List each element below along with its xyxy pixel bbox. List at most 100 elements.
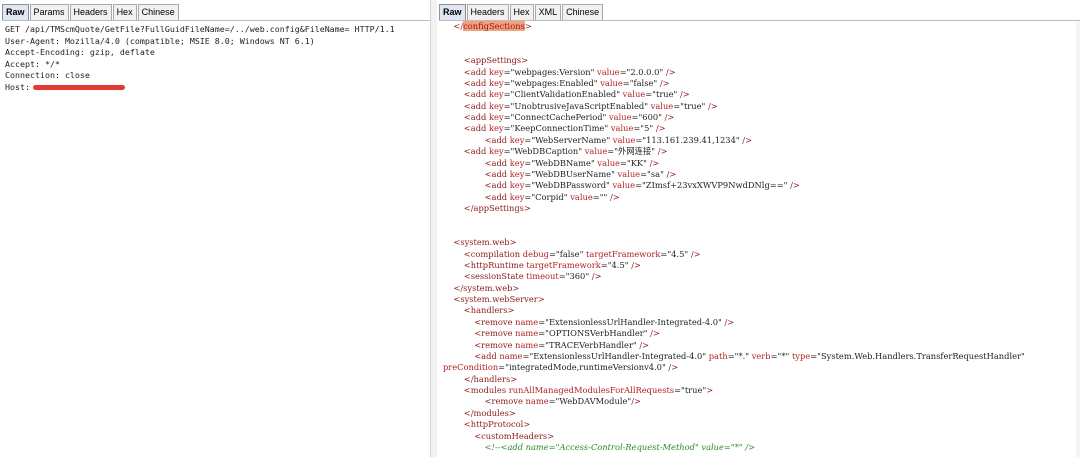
xml-token: <add	[463, 100, 489, 111]
xml-token: />	[609, 191, 620, 202]
xml-token: <sessionState	[463, 271, 527, 282]
xml-token: value	[617, 168, 641, 179]
request-tab-raw[interactable]: Raw	[2, 4, 29, 20]
xml-token: />	[650, 328, 660, 339]
xml-token: targetFramework	[586, 248, 661, 259]
response-scrollbar[interactable]	[1076, 21, 1080, 457]
response-line: <add key="WebServerName" value="113.161.…	[437, 135, 1080, 146]
response-line: <modules runAllManagedModulesForAllReque…	[437, 385, 1080, 396]
xml-token: key	[488, 66, 504, 77]
response-line: <add key="Corpid" value="" />	[437, 192, 1080, 203]
response-tab-headers[interactable]: Headers	[466, 4, 509, 20]
xml-token: value	[650, 100, 674, 111]
xml-token: key	[509, 134, 525, 145]
xml-token: />	[657, 146, 668, 157]
xml-token: />	[665, 66, 676, 77]
xml-token: runAllManagedModulesForAllRequests	[508, 385, 675, 395]
request-tab-headers[interactable]: Headers	[69, 4, 112, 20]
request-tab-params[interactable]: Params	[29, 4, 69, 20]
xml-token: ="ExtensionlessUrlHandler-Integrated-4.0…	[538, 316, 725, 327]
request-tab-hex[interactable]: Hex	[112, 4, 137, 20]
response-line	[437, 214, 1080, 225]
response-line: <add key="WebDBCaption" value="外网连接" />	[437, 146, 1080, 157]
response-line: </system.web>	[437, 283, 1080, 294]
xml-token: key	[509, 168, 525, 179]
xml-token: <appSettings>	[463, 55, 529, 66]
xml-token: />	[666, 168, 677, 179]
xml-token: <modules	[463, 385, 509, 395]
xml-token: ="webpages:Enabled"	[503, 77, 601, 88]
xml-token: ="WebDBPassword"	[524, 180, 613, 191]
request-tab-chinese[interactable]: Chinese	[137, 4, 179, 20]
xml-token: ="360"	[558, 271, 592, 282]
xml-token: key	[509, 157, 525, 168]
xml-token: />	[659, 77, 670, 88]
response-line: <add key="ClientValidationEnabled" value…	[437, 89, 1080, 100]
xml-token: name	[515, 328, 539, 339]
xml-token: <add	[484, 191, 510, 202]
response-line: <appSettings>	[437, 55, 1080, 66]
xml-token: <add	[463, 123, 489, 134]
response-line	[437, 44, 1080, 55]
xml-token: ="WebServerName"	[524, 134, 613, 145]
xml-token: ="true"	[673, 100, 708, 111]
xml-token: </system.web>	[453, 282, 520, 293]
xml-token: ="外网连接"	[607, 146, 658, 157]
xml-token: ="true"	[645, 89, 680, 100]
xml-token: ="System.Web.Handlers.TransferRequestHan…	[810, 350, 1025, 361]
xml-token: ="4.5"	[660, 248, 691, 259]
xml-token: name	[499, 350, 523, 361]
request-tab-bar: Raw Params Headers Hex Chinese	[2, 3, 430, 21]
xml-token: ="true"	[674, 385, 707, 395]
response-line: <system.webServer>	[437, 294, 1080, 305]
xml-token: />	[680, 89, 690, 100]
xml-token: value	[612, 180, 636, 191]
response-tab-raw[interactable]: Raw	[439, 4, 466, 20]
xml-token: value	[570, 191, 593, 202]
xml-token: <customHeaders>	[474, 430, 555, 441]
xml-token: key	[509, 191, 525, 202]
response-line: <add key="WebDBName" value="KK" />	[437, 158, 1080, 169]
xml-token: />	[664, 112, 675, 122]
xml-token: </	[453, 21, 464, 31]
response-tab-bar: Raw Headers Hex XML Chinese	[439, 3, 1080, 21]
xml-token: timeout	[526, 271, 559, 282]
response-line: <remove name="ExtensionlessUrlHandler-In…	[437, 317, 1080, 328]
xml-token: ="*."	[727, 350, 752, 361]
redacted-host-value	[32, 84, 125, 90]
xml-token: />	[591, 271, 602, 282]
xml-token: key	[509, 180, 525, 191]
xml-token: <compilation	[463, 248, 523, 259]
xml-token: ="webpages:Version"	[503, 66, 598, 77]
response-line	[437, 226, 1080, 237]
xml-token: />	[655, 123, 666, 134]
response-line: <add name="ExtensionlessUrlHandler-Integ…	[437, 351, 1080, 362]
xml-token: ="*"	[770, 350, 792, 361]
xml-token: <add	[484, 168, 510, 179]
xml-token: type	[791, 350, 811, 361]
xml-token: value	[612, 134, 636, 145]
response-line: <add key="webpages:Version" value="2.0.0…	[437, 67, 1080, 78]
request-raw-view[interactable]: GET /api/TMScmQuote/GetFile?FullGuidFile…	[0, 21, 430, 457]
xml-token: />	[724, 316, 735, 327]
xml-token: />	[639, 339, 650, 350]
xml-token: value	[622, 89, 646, 100]
xml-token: <httpProtocol>	[463, 419, 531, 430]
response-line: </modules>	[437, 408, 1080, 419]
xml-token: ="ZImsf+23vxXWVP9NwdDNlg=="	[635, 180, 791, 191]
xml-token: key	[488, 77, 504, 88]
response-tab-chinese[interactable]: Chinese	[562, 4, 604, 20]
response-raw-view[interactable]: </configSections> <appSettings> <add key=…	[437, 21, 1080, 457]
request-line-host: Host:	[0, 82, 430, 94]
response-line: <remove name="OPTIONSVerbHandler" />	[437, 328, 1080, 339]
response-line: <!--<add name="Access-Control-Request-Me…	[437, 442, 1080, 453]
xml-token: verb	[751, 350, 771, 361]
xml-token: <httpRuntime	[463, 259, 527, 270]
xml-token: <add	[463, 77, 489, 88]
xml-token: ="WebDBName"	[524, 157, 598, 168]
response-tab-xml[interactable]: XML	[534, 4, 562, 20]
response-tab-hex[interactable]: Hex	[509, 4, 534, 20]
xml-token: <system.web>	[453, 237, 517, 248]
xml-token: key	[488, 89, 504, 100]
response-line: <remove name="WebDAVModule"/>	[437, 396, 1080, 407]
